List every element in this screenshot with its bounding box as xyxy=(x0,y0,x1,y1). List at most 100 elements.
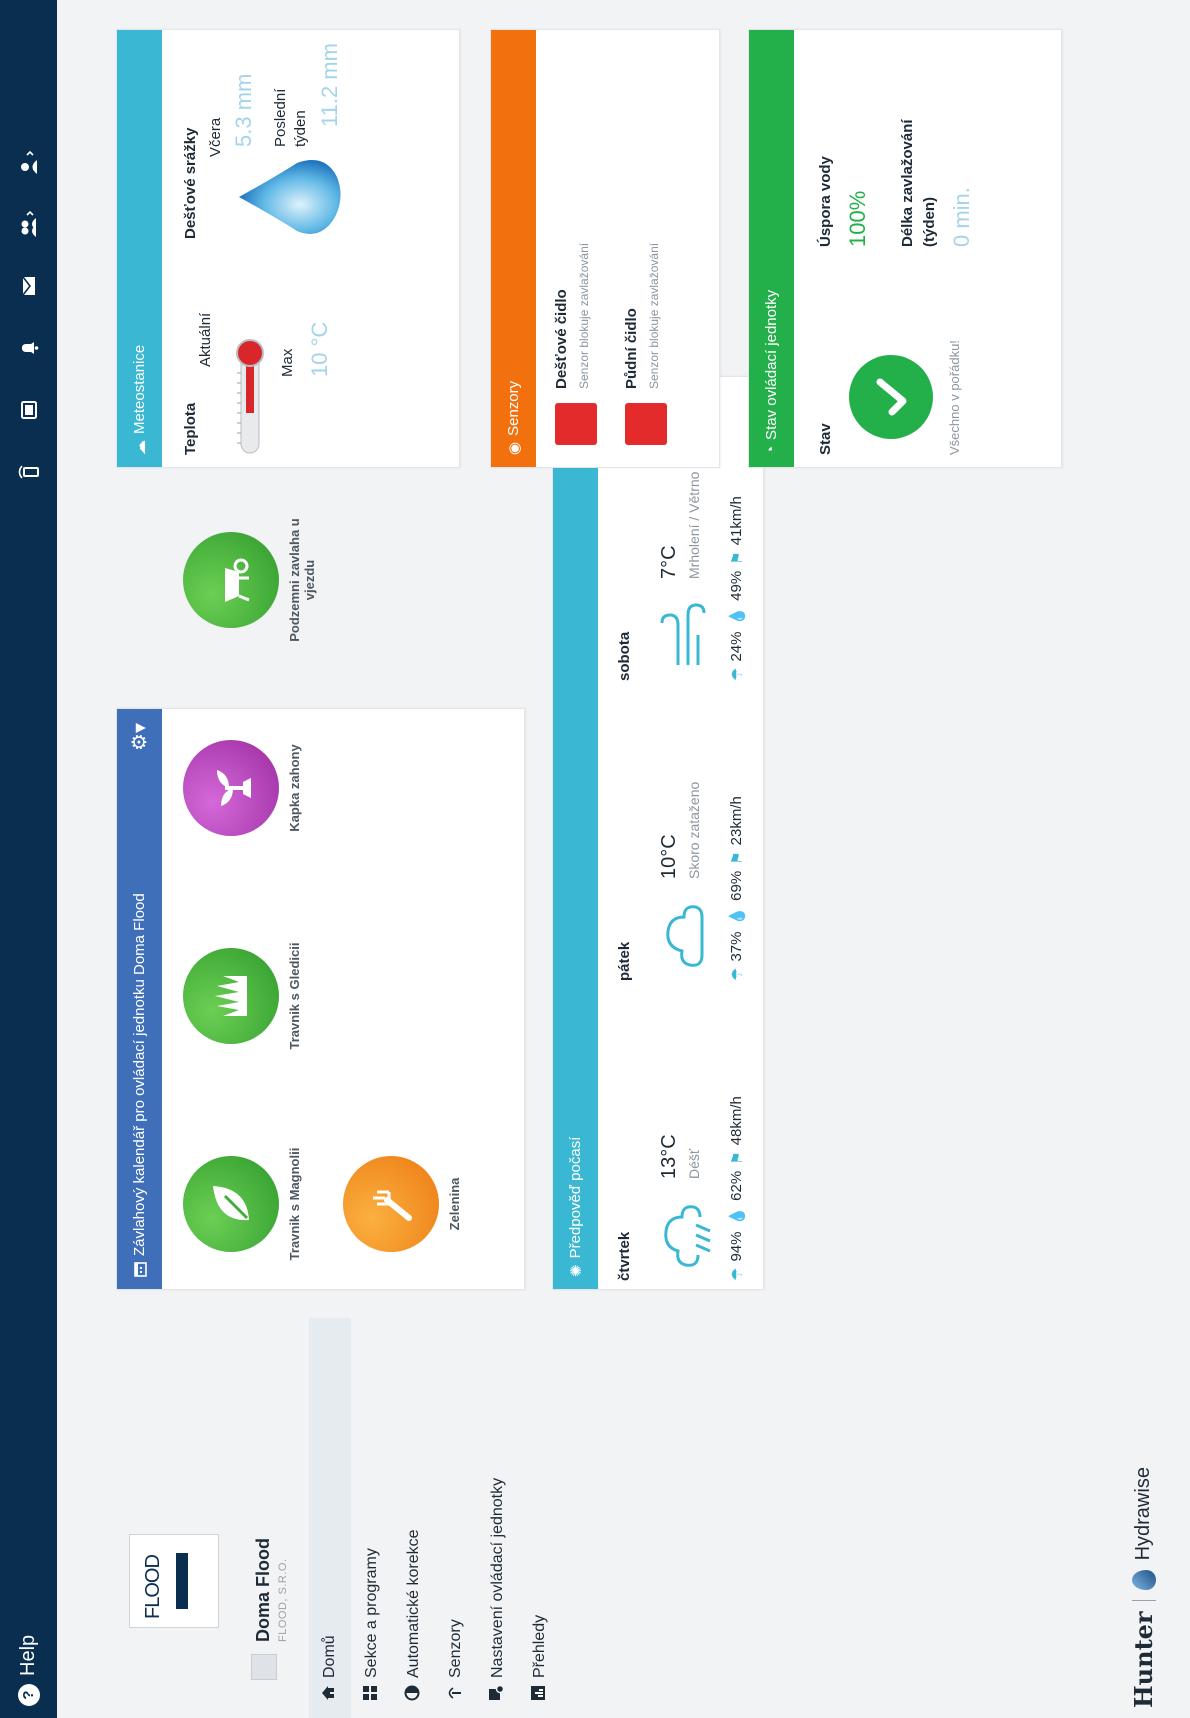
bell-icon[interactable] xyxy=(0,317,57,379)
humidity: 49% xyxy=(728,570,745,601)
sidebar-item-auto-adjust[interactable]: Automatické korekce xyxy=(393,1318,435,1718)
thermometer-icon xyxy=(236,339,264,454)
program-travnik-magnolii[interactable]: Travnik s Magnolii xyxy=(183,1129,302,1279)
soil-sensor-status[interactable] xyxy=(625,403,667,445)
program-label: Travnik s Gledicii xyxy=(287,942,302,1050)
hydrawise-drop-icon xyxy=(1131,1570,1156,1591)
program-label: Zelenina xyxy=(447,1177,462,1231)
day-name: pátek xyxy=(616,941,633,981)
humidity: 69% xyxy=(728,870,745,901)
humidity-icon: 💧 xyxy=(729,1206,746,1226)
program-label: Travnik s Magnolii xyxy=(287,1147,302,1261)
day-temp: 10°C xyxy=(658,834,680,879)
sidebar-item-label: Domů xyxy=(321,1635,338,1678)
day-name: čtvrtek xyxy=(616,1231,633,1281)
brand-footer: Hunter Hydrawise xyxy=(1129,1467,1158,1708)
current-label: Aktuální xyxy=(197,312,214,367)
rain-sensor-desc: Senzor blokuje zavlažování xyxy=(577,242,591,389)
home-icon xyxy=(321,1678,340,1708)
fork-icon xyxy=(343,1156,439,1252)
humidity: 62% xyxy=(728,1170,745,1201)
forecast-header: ✺ Předpověď počasí xyxy=(553,377,598,1289)
sidebar-item-controller-settings[interactable]: Nastavení ovládací jednotky xyxy=(477,1318,519,1718)
calendar-header: Závlahový kalendář pro ovládací jednotku… xyxy=(117,709,162,1289)
grass-icon xyxy=(183,948,279,1044)
users-icon[interactable] xyxy=(0,193,57,255)
grid-icon xyxy=(362,1678,383,1708)
sidebar-item-label: Senzory xyxy=(447,1619,464,1678)
rain-cloud-icon xyxy=(664,1205,711,1267)
hunter-logo: Hunter xyxy=(1129,1611,1158,1708)
program-label: Kapka zahony xyxy=(287,744,302,832)
check-icon xyxy=(849,355,933,439)
sidebar-item-label: Sekce a programy xyxy=(363,1548,380,1678)
day-stats: ☂ 24% 💧 49% ⚑ 41km/h xyxy=(728,496,746,681)
sidebar-item-label: Nastavení ovládací jednotky xyxy=(489,1477,506,1678)
dashboard-icon: ◔ xyxy=(763,445,780,455)
sidebar-item-zones-programs[interactable]: Sekce a programy xyxy=(351,1318,393,1718)
controller-company: FLOOD, S.R.O. xyxy=(277,1558,289,1642)
mail-icon[interactable] xyxy=(0,255,57,317)
soil-sensor-desc: Senzor blokuje zavlažování xyxy=(647,242,661,389)
state-label: Stav xyxy=(817,423,834,455)
program-travnik-gledicii[interactable]: Travnik s Gledicii xyxy=(183,921,302,1071)
forecast-day-friday: pátek 10°C Skoro zataženo ☂ 37% 💧 69% ⚑ 23k… xyxy=(598,689,798,989)
remote-icon[interactable] xyxy=(0,441,57,503)
max-label: Max xyxy=(279,348,296,377)
controller-thumbnail xyxy=(251,1654,277,1680)
wheelbarrow-icon xyxy=(183,532,279,628)
day-desc: Skoro zataženo xyxy=(686,781,702,879)
wind-speed: 48km/h xyxy=(728,1096,745,1146)
controller-name[interactable]: Doma Flood xyxy=(253,1538,274,1642)
day-temp: 7°C xyxy=(658,545,680,579)
rain-chance-icon: ☂ xyxy=(729,667,746,681)
max-temperature: 10 °C xyxy=(307,321,332,377)
program-label: Podzemni zavlaha u vjezdu xyxy=(287,518,317,642)
rain-chance: 94% xyxy=(728,1231,745,1262)
day-stats: ☂ 94% 💧 62% ⚑ 48km/h xyxy=(728,1096,746,1281)
wind-speed: 23km/h xyxy=(728,796,745,846)
sidebar-item-label: Přehledy xyxy=(531,1614,548,1678)
status-title: Stav ovládací jednotky xyxy=(763,289,780,440)
program-podzemni-zavlaha[interactable]: Podzemni zavlaha u vjezdu xyxy=(183,505,317,655)
state-text: Všechno v pořádku! xyxy=(947,340,962,455)
day-stats: ☂ 37% 💧 69% ⚑ 23km/h xyxy=(728,796,746,981)
sidebar-item-reports[interactable]: Přehledy xyxy=(519,1318,561,1718)
program-kapka-zahony[interactable]: Kapka zahony xyxy=(183,713,302,863)
rain-chance: 24% xyxy=(728,631,745,662)
controller-status-panel: ◔ Stav ovládací jednotky Stav Všechno v … xyxy=(748,29,1062,468)
program-zelenina[interactable]: Zelenina xyxy=(343,1129,462,1279)
wind-speed-icon: ⚑ xyxy=(729,851,746,865)
sun-icon: ✺ xyxy=(567,1264,585,1277)
antenna-icon xyxy=(446,1678,467,1708)
logo-text: FLOOD xyxy=(142,1555,164,1619)
yesterday-label: Včera xyxy=(207,117,224,157)
wind-icon xyxy=(660,603,706,665)
help-icon: ? xyxy=(17,1684,40,1706)
last-week-label-1: Poslední xyxy=(272,88,289,147)
irrigation-duration-value: 0 min. xyxy=(949,187,974,247)
last-week-label-2: týden xyxy=(292,110,309,147)
day-name: sobota xyxy=(616,631,633,681)
humidity-icon: 💧 xyxy=(729,606,746,626)
brand-separator xyxy=(1131,1600,1156,1602)
status-header: ◔ Stav ovládací jednotky xyxy=(749,30,794,467)
help-button[interactable]: ? Help xyxy=(0,1635,57,1706)
sidebar: FLOOD Doma Flood FLOOD, S.R.O. Domů Sekc… xyxy=(57,1318,1190,1718)
tablet-icon[interactable] xyxy=(0,379,57,441)
rain-sensor-status[interactable] xyxy=(555,403,597,445)
gear-icon[interactable]: ⚙▾ xyxy=(127,723,152,751)
irrigation-calendar-panel: Závlahový kalendář pro ovládací jednotku… xyxy=(116,518,525,1290)
calendar-icon xyxy=(134,1262,147,1277)
sidebar-item-home[interactable]: Domů xyxy=(309,1318,351,1718)
weather-station-panel: ☁ Meteostanice Teplota Aktuální Max 10 °… xyxy=(116,29,460,468)
wind-speed: 41km/h xyxy=(728,496,745,546)
day-temp: 13°C xyxy=(658,1134,680,1179)
water-saving-label: Úspora vody xyxy=(817,156,834,247)
sidebar-item-sensors[interactable]: Senzory xyxy=(435,1318,477,1718)
day-desc: Mrholení / Větrno xyxy=(686,471,702,579)
cloud-header-icon: ☁ xyxy=(131,440,149,455)
wind-speed-icon: ⚑ xyxy=(729,551,746,565)
temperature-label: Teplota xyxy=(182,402,199,455)
user-icon[interactable] xyxy=(0,131,57,193)
